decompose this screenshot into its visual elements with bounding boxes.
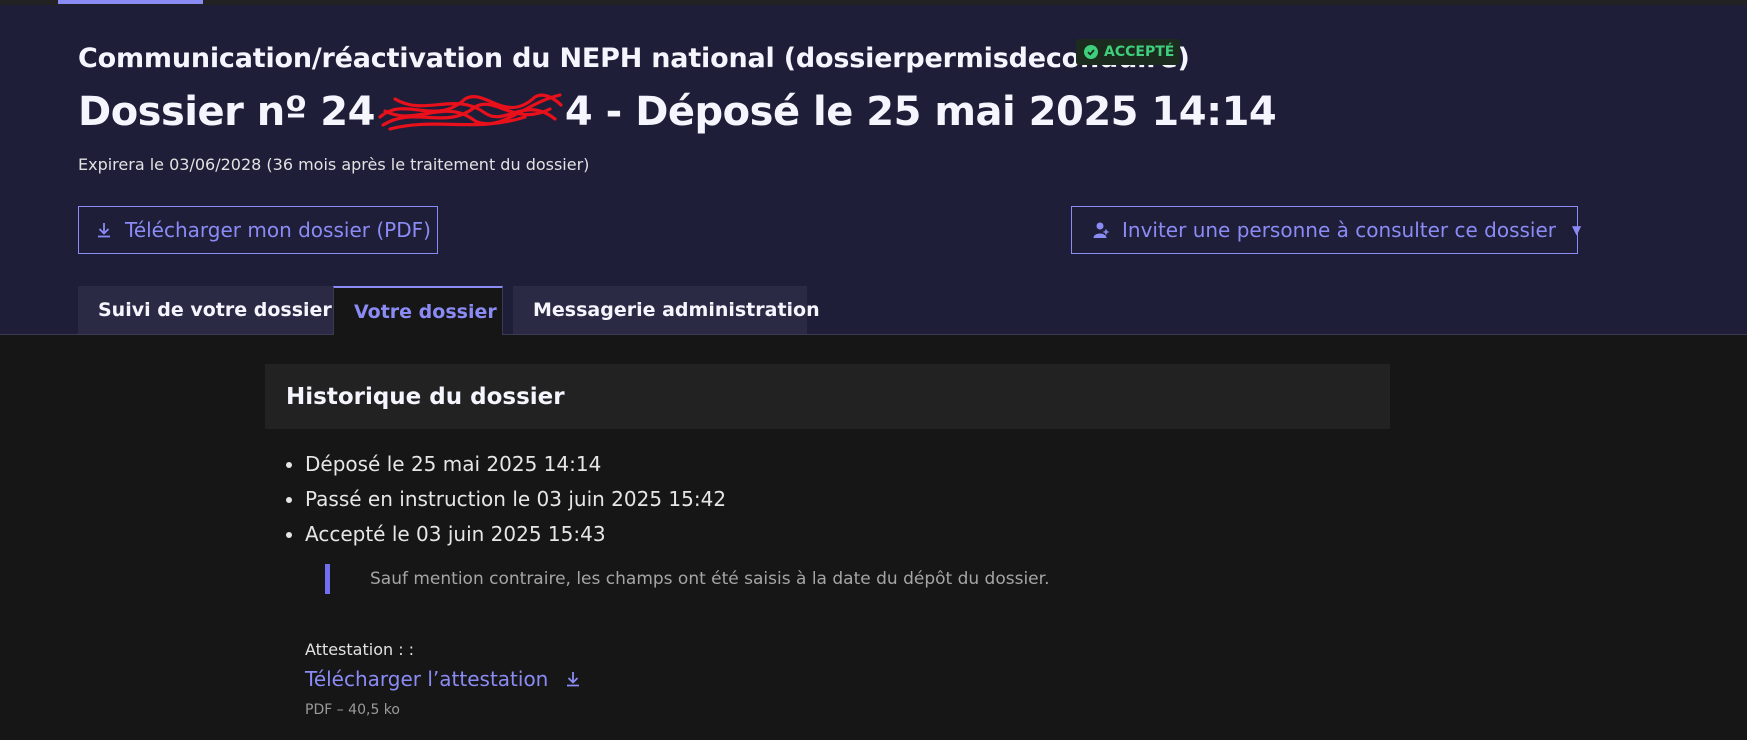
callout-bar bbox=[325, 564, 330, 594]
status-badge-label: ACCEPTÉ bbox=[1104, 44, 1175, 60]
tab-messagerie[interactable]: Messagerie administration bbox=[513, 286, 820, 334]
invite-person-button[interactable]: Inviter une personne à consulter ce doss… bbox=[1071, 206, 1582, 254]
download-icon bbox=[567, 672, 580, 687]
tab-votre-dossier[interactable]: Votre dossier bbox=[333, 286, 503, 335]
procedure-title: Communication/réactivation du NEPH natio… bbox=[78, 43, 1190, 74]
dossier-title-prefix: Dossier nº 24 bbox=[78, 89, 375, 135]
dossier-title: Dossier nº 24 4 - Déposé le 25 mai 2025 1… bbox=[78, 89, 1277, 135]
download-dossier-label: Télécharger mon dossier (PDF) bbox=[125, 218, 431, 242]
tabs-divider bbox=[0, 334, 1747, 335]
history-item: Passé en instruction le 03 juin 2025 15:… bbox=[305, 484, 726, 519]
attestation-file-info: PDF – 40,5 ko bbox=[305, 702, 400, 718]
dossier-title-suffix: 4 - Déposé le 25 mai 2025 14:14 bbox=[564, 89, 1277, 135]
history-heading: Historique du dossier bbox=[265, 364, 1390, 429]
info-callout: Sauf mention contraire, les champs ont é… bbox=[325, 564, 1049, 596]
check-circle-icon bbox=[1084, 45, 1098, 59]
download-dossier-button[interactable]: Télécharger mon dossier (PDF) bbox=[78, 206, 438, 254]
caret-down-icon: ▼ bbox=[1572, 223, 1582, 237]
expiration-notice: Expirera le 03/06/2028 (36 mois après le… bbox=[78, 155, 590, 174]
status-badge: ACCEPTÉ bbox=[1076, 39, 1181, 65]
history-item: Accepté le 03 juin 2025 15:43 bbox=[305, 519, 726, 554]
download-attestation-label: Télécharger l’attestation bbox=[305, 667, 549, 691]
redaction-scribble bbox=[378, 93, 563, 131]
user-add-icon bbox=[1093, 222, 1109, 238]
history-item: Déposé le 25 mai 2025 14:14 bbox=[305, 449, 726, 484]
active-nav-indicator bbox=[58, 0, 203, 4]
download-icon bbox=[98, 223, 110, 238]
history-list: Déposé le 25 mai 2025 14:14 Passé en ins… bbox=[285, 449, 726, 554]
download-attestation-link[interactable]: Télécharger l’attestation bbox=[305, 667, 582, 691]
attestation-label: Attestation : : bbox=[305, 640, 415, 659]
callout-text: Sauf mention contraire, les champs ont é… bbox=[370, 569, 1050, 589]
tab-suivi-dossier[interactable]: Suivi de votre dossier bbox=[78, 286, 333, 334]
invite-person-label: Inviter une personne à consulter ce doss… bbox=[1122, 218, 1557, 242]
dossier-header: Communication/réactivation du NEPH natio… bbox=[0, 5, 1747, 334]
